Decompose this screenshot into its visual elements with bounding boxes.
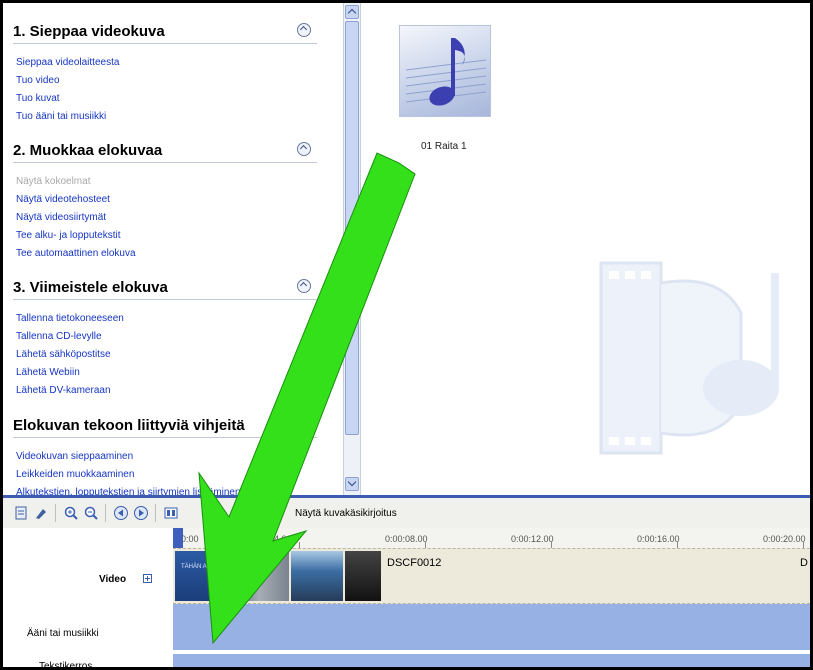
link-import-pictures[interactable]: Tuo kuvat — [16, 93, 60, 104]
toolbar-separator — [105, 504, 106, 522]
link-send-web[interactable]: Lähetä Webiin — [16, 367, 80, 378]
scroll-up-icon[interactable] — [345, 5, 359, 19]
scroll-thumb[interactable] — [345, 21, 359, 435]
video-track[interactable]: TÄHÄN ALKU DSCF0012 D — [173, 548, 810, 604]
link-show-effects[interactable]: Näytä videotehosteet — [16, 194, 110, 205]
show-storyboard-button[interactable]: Näytä kuvakäsikirjoitus — [295, 508, 397, 519]
collapse-icon[interactable] — [297, 23, 311, 37]
track-label-titles: Tekstikerros — [39, 661, 93, 670]
section-finish-title: 3. Viimeistele elokuva — [13, 279, 168, 296]
narrate-icon[interactable] — [13, 505, 29, 521]
link-tip-titles[interactable]: Alkutekstien, lopputekstien ja siirtymie… — [16, 487, 241, 495]
section-edit-header[interactable]: 2. Muokkaa elokuvaa — [13, 140, 317, 163]
track-labels: Video Ääni tai musiikki Tekstikerros — [3, 528, 173, 667]
expand-icon[interactable] — [143, 574, 152, 583]
section-capture-title: 1. Sieppaa videokuva — [13, 23, 165, 40]
collapse-icon[interactable] — [297, 279, 311, 293]
ruler-tick-label: 0:00:04.00 — [249, 534, 292, 544]
toolbar-separator — [55, 504, 56, 522]
clip-name-label: DSCF0012 — [387, 557, 442, 569]
playhead-indicator[interactable] — [173, 528, 183, 548]
collapse-icon[interactable] — [297, 417, 311, 431]
collection-item-caption[interactable]: 01 Raita 1 — [421, 141, 467, 152]
section-tips-header[interactable]: Elokuvan tekoon liittyviä vihjeitä — [13, 415, 317, 438]
link-send-dv-camera[interactable]: Lähetä DV-kameraan — [16, 385, 111, 396]
ruler-tick-label: 0:00:20.00 — [763, 534, 806, 544]
play-icon[interactable] — [133, 505, 149, 521]
zoom-in-icon[interactable] — [63, 505, 79, 521]
track-label-audio: Ääni tai musiikki — [27, 628, 99, 639]
title-overlay-track[interactable] — [173, 654, 810, 667]
link-send-email[interactable]: Lähetä sähköpostitse — [16, 349, 111, 360]
link-show-transitions[interactable]: Näytä videosiirtymät — [16, 212, 106, 223]
video-clip[interactable] — [229, 551, 289, 601]
link-save-to-computer[interactable]: Tallenna tietokoneeseen — [16, 313, 124, 324]
collapse-icon[interactable] — [297, 142, 311, 156]
timeline-toolbar: Näytä kuvakäsikirjoitus — [3, 498, 810, 529]
task-pane-scrollbar[interactable] — [343, 3, 361, 495]
section-finish-header[interactable]: 3. Viimeistele elokuva — [13, 277, 317, 300]
music-note-icon — [405, 38, 487, 106]
link-automovie[interactable]: Tee automaattinen elokuva — [16, 248, 136, 259]
ruler-tick-label: 0:00:12.00 — [511, 534, 554, 544]
zoom-out-icon[interactable] — [83, 505, 99, 521]
clip-name-label: D — [800, 557, 808, 569]
link-import-video[interactable]: Tuo video — [16, 75, 60, 86]
toolbar-separator — [155, 504, 156, 522]
film-music-watermark-icon — [599, 261, 779, 455]
ruler-tick-label: 0:00:16.00 — [637, 534, 680, 544]
section-capture-header[interactable]: 1. Sieppaa videokuva — [13, 21, 317, 44]
video-clip[interactable] — [291, 551, 343, 601]
collection-pane: 01 Raita 1 — [361, 3, 810, 495]
link-tip-capture[interactable]: Videokuvan sieppaaminen — [16, 451, 133, 462]
link-show-collections: Näytä kokoelmat — [16, 176, 91, 187]
link-save-to-cd[interactable]: Tallenna CD-levylle — [16, 331, 102, 342]
link-capture-from-device[interactable]: Sieppaa videolaitteesta — [16, 57, 119, 68]
movie-maker-window: 1. Sieppaa videokuva Sieppaa videolaitte… — [0, 0, 813, 670]
storyboard-view-icon[interactable] — [163, 505, 179, 521]
section-edit-title: 2. Muokkaa elokuvaa — [13, 142, 163, 159]
track-label-video: Video — [99, 574, 127, 585]
scroll-down-icon[interactable] — [345, 477, 359, 491]
video-clip[interactable] — [345, 551, 381, 601]
ruler-tick-label: 0:00 — [181, 534, 199, 544]
rewind-icon[interactable] — [113, 505, 129, 521]
video-clip-title[interactable]: TÄHÄN ALKU — [175, 551, 227, 601]
ruler-tick-label: 0:00:08.00 — [385, 534, 428, 544]
link-tip-edit-clips[interactable]: Leikkeiden muokkaaminen — [16, 469, 134, 480]
task-pane: 1. Sieppaa videokuva Sieppaa videolaitte… — [3, 3, 343, 495]
audio-music-track[interactable] — [173, 604, 810, 650]
title-clip-text: TÄHÄN ALKU — [181, 564, 219, 570]
set-audio-levels-icon[interactable] — [33, 505, 49, 521]
timeline-ruler[interactable]: 0:00 0:00:04.00 0:00:08.00 0:00:12.00 0:… — [173, 528, 810, 549]
link-make-titles[interactable]: Tee alku- ja lopputekstit — [16, 230, 121, 241]
collection-item-thumbnail[interactable] — [399, 25, 491, 117]
section-tips-title: Elokuvan tekoon liittyviä vihjeitä — [13, 417, 245, 434]
timeline: Video Ääni tai musiikki Tekstikerros 0:0… — [3, 528, 810, 667]
link-import-audio[interactable]: Tuo ääni tai musiikki — [16, 111, 106, 122]
